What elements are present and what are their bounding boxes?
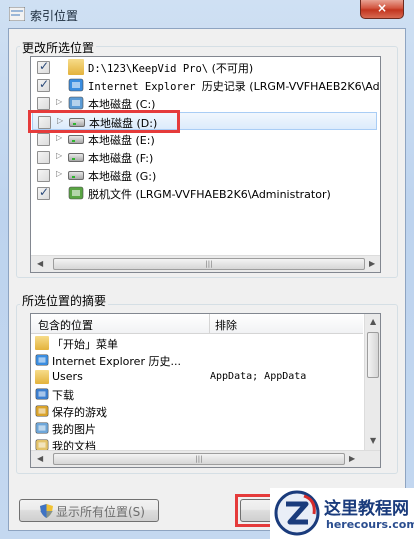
summary-row[interactable]: Users AppData; AppData — [32, 369, 352, 386]
summary-row[interactable]: Internet Explorer 历史... — [32, 352, 352, 369]
summary-list[interactable]: 包含的位置 排除 「开始」菜单 Internet Explorer 历史... Us… — [30, 313, 381, 468]
drive-d-highlight — [28, 110, 180, 133]
scroll-up-arrow[interactable]: ▲ — [370, 317, 376, 326]
scroll-left-arrow[interactable]: ◀ — [37, 454, 43, 463]
location-checkbox[interactable] — [37, 169, 50, 182]
scroll-thumb[interactable]: ||| — [53, 258, 365, 270]
location-label: D:\123\KeepVid Pro\ (不可用) — [88, 62, 254, 75]
summary-row[interactable]: 我的图片 — [32, 420, 352, 437]
summary-hscrollbar[interactable]: ◀ ||| ▶ — [31, 450, 380, 467]
expand-arrow-icon[interactable]: ▷ — [56, 169, 62, 178]
show-all-locations-label: 显示所有位置(S) — [56, 505, 145, 519]
folder-icon — [68, 59, 84, 75]
watermark-url: herecours.com — [326, 518, 414, 531]
show-all-locations-button[interactable]: 显示所有位置(S) — [19, 499, 159, 522]
summary-vscrollbar[interactable]: ▲ ▼ — [364, 314, 380, 450]
window-title: 索引位置 — [30, 9, 79, 23]
title-bar: 索引位置 × — [0, 0, 414, 28]
summary-label: 所选位置的摘要 — [20, 292, 109, 309]
scroll-right-arrow[interactable]: ▶ — [369, 259, 375, 268]
location-checkbox[interactable] — [37, 151, 50, 164]
pictures-icon — [35, 422, 49, 434]
download-icon — [35, 388, 49, 400]
drive-icon — [68, 153, 84, 162]
scroll-left-arrow[interactable]: ◀ — [37, 259, 43, 268]
folder-icon — [35, 336, 49, 350]
drive-icon — [68, 135, 84, 144]
folder-icon — [35, 370, 49, 384]
location-label: 脱机文件 (LRGM-VVFHAEB2K6\Administrator) — [88, 188, 331, 201]
location-row[interactable]: Internet Explorer 历史记录 (LRGM-VVFHAEB2K6\… — [32, 76, 380, 94]
close-button[interactable]: × — [360, 0, 404, 19]
included-location: Internet Explorer 历史... — [52, 355, 181, 368]
location-label: 本地磁盘 (G:) — [88, 170, 157, 183]
location-label: Internet Explorer 历史记录 (LRGM-VVFHAEB2K6\… — [88, 80, 380, 93]
excluded-location: AppData; AppData — [210, 371, 307, 382]
summary-row[interactable]: 保存的游戏 — [32, 403, 352, 420]
offline-files-icon — [68, 186, 84, 200]
location-checkbox[interactable] — [37, 185, 50, 200]
location-row[interactable]: 脱机文件 (LRGM-VVFHAEB2K6\Administrator) — [32, 184, 377, 202]
expand-arrow-icon[interactable]: ▷ — [56, 97, 62, 106]
watermark-title: 这里教程网 — [324, 499, 409, 519]
index-options-icon — [9, 7, 25, 21]
location-row[interactable]: ▷ 本地磁盘 (F:) — [32, 148, 377, 166]
col-included[interactable]: 包含的位置 — [38, 317, 93, 333]
uac-shield-icon — [40, 504, 53, 518]
col-divider[interactable] — [209, 314, 210, 333]
locations-hscrollbar[interactable]: ◀ ||| ▶ — [31, 255, 380, 272]
scroll-down-arrow[interactable]: ▼ — [370, 436, 376, 445]
summary-row[interactable]: 下载 — [32, 386, 352, 403]
windows-drive-icon — [68, 96, 84, 110]
col-excluded[interactable]: 排除 — [215, 317, 237, 333]
location-row[interactable]: ▷ 本地磁盘 (G:) — [32, 166, 377, 184]
location-checkbox[interactable] — [37, 133, 50, 146]
watermark-logo-icon — [274, 490, 320, 536]
included-location: 保存的游戏 — [52, 406, 107, 419]
games-icon — [35, 405, 49, 417]
summary-row[interactable]: 「开始」菜单 — [32, 335, 352, 352]
location-row[interactable]: D:\123\KeepVid Pro\ (不可用) — [32, 58, 377, 76]
included-location: 下载 — [52, 389, 74, 402]
change-locations-label: 更改所选位置 — [20, 39, 97, 56]
included-location: Users — [52, 370, 83, 383]
scroll-thumb[interactable] — [367, 332, 379, 378]
watermark: 这里教程网 herecours.com — [270, 488, 414, 539]
expand-arrow-icon[interactable]: ▷ — [56, 151, 62, 160]
location-label: 本地磁盘 (E:) — [88, 134, 155, 147]
location-checkbox[interactable] — [37, 77, 50, 92]
ie-icon — [35, 354, 49, 366]
drive-icon — [68, 171, 84, 180]
included-location: 「开始」菜单 — [52, 338, 118, 351]
location-checkbox[interactable] — [37, 59, 50, 74]
location-label: 本地磁盘 (F:) — [88, 152, 154, 165]
summary-header: 包含的位置 排除 — [31, 314, 363, 334]
expand-arrow-icon[interactable]: ▷ — [56, 133, 62, 142]
locations-tree[interactable]: D:\123\KeepVid Pro\ (不可用) Internet Explor… — [30, 56, 381, 273]
ie-icon — [68, 78, 84, 92]
scroll-right-arrow[interactable]: ▶ — [349, 454, 355, 463]
included-location: 我的图片 — [52, 423, 96, 436]
scroll-thumb[interactable]: ||| — [53, 453, 345, 465]
location-checkbox[interactable] — [37, 97, 50, 110]
